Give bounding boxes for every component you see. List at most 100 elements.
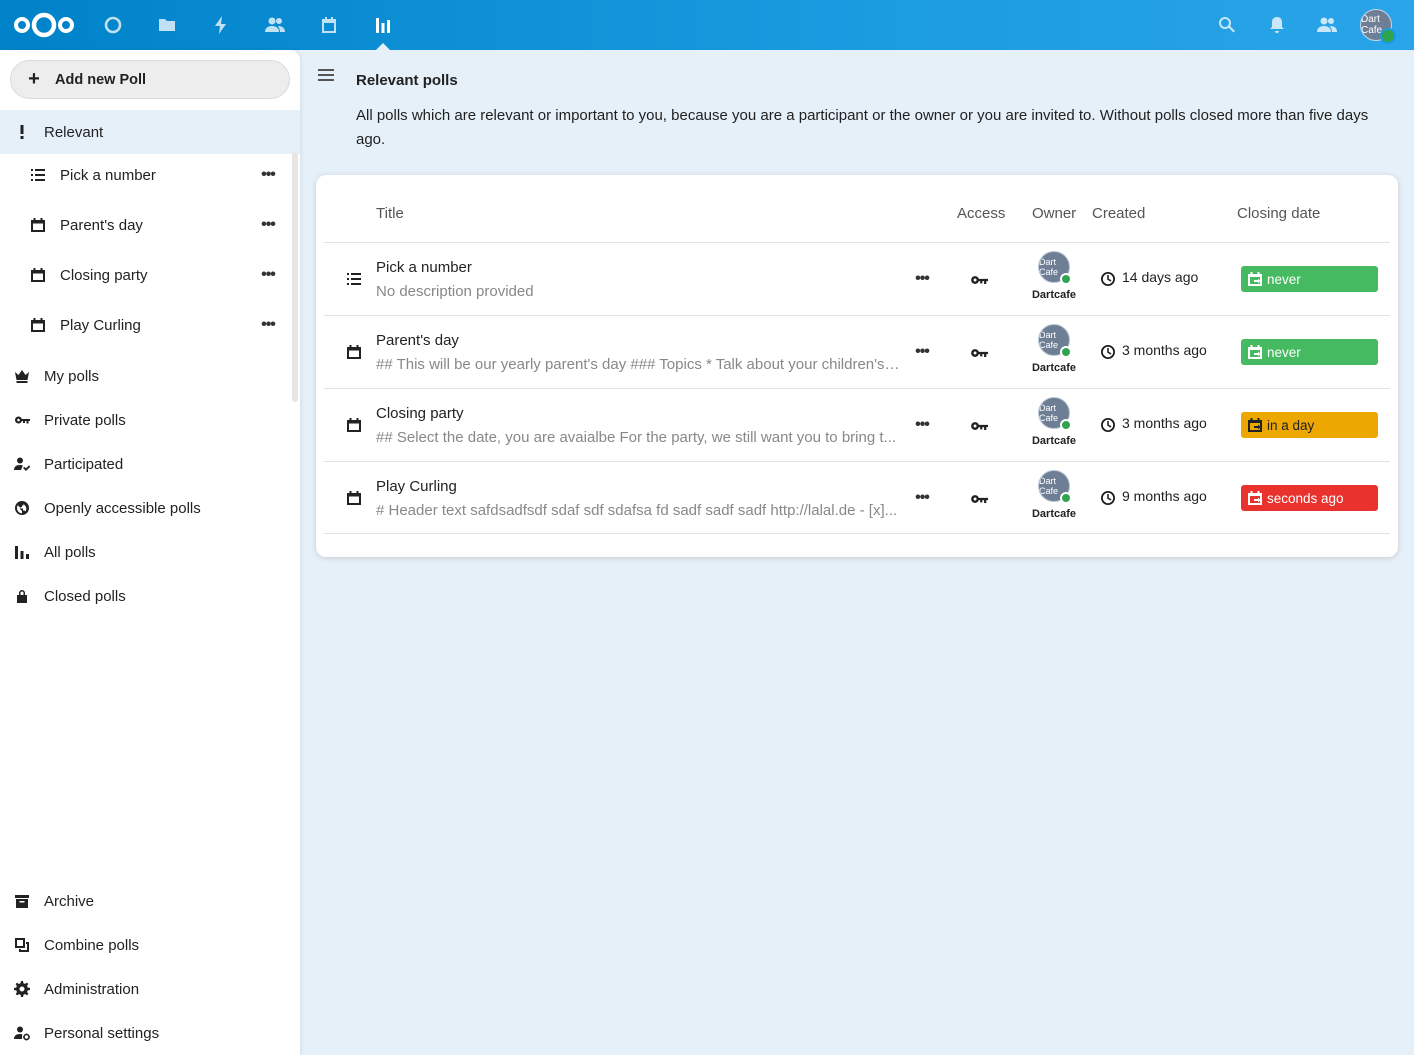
calendar-icon — [346, 490, 362, 506]
globe-icon — [14, 500, 30, 516]
sidebar-poll-parents-day[interactable]: Parent's day ••• — [0, 200, 292, 250]
dashboard-icon[interactable] — [101, 13, 125, 37]
active-app-indicator — [376, 43, 390, 50]
nav-item-my-polls[interactable]: My polls — [0, 354, 300, 398]
more-actions-icon[interactable]: ••• — [912, 269, 932, 289]
column-header-closing-date[interactable]: Closing date — [1237, 205, 1320, 222]
notifications-bell-icon[interactable] — [1265, 13, 1289, 37]
sidebar-poll-play-curling[interactable]: Play Curling ••• — [0, 300, 292, 350]
nav-item-label: Personal settings — [44, 1024, 160, 1042]
calendar-end-icon — [1248, 345, 1262, 359]
app-navigation: + Add new Poll Relevant Pick a number ••… — [0, 50, 300, 1055]
nav-item-private-polls[interactable]: Private polls — [0, 398, 300, 442]
closing-date-text: never — [1267, 271, 1301, 287]
created-time: 3 months ago — [1122, 415, 1207, 431]
calendar-icon — [346, 344, 362, 360]
table-row[interactable]: Parent's day ## This will be our yearly … — [324, 315, 1390, 388]
calendar-icon — [30, 267, 46, 283]
polls-table: Title Access Owner Created Closing date … — [316, 175, 1398, 557]
column-header-owner[interactable]: Owner — [1032, 205, 1076, 222]
calendar-icon — [346, 417, 362, 433]
polls-app-icon[interactable] — [371, 13, 395, 37]
clock-icon — [1100, 271, 1116, 287]
poll-description: No description provided — [376, 283, 534, 300]
poll-title[interactable]: Play Curling — [376, 478, 457, 495]
poll-label: Play Curling — [60, 316, 141, 334]
activity-icon[interactable] — [209, 13, 233, 37]
user-check-icon — [14, 456, 30, 472]
top-header: Dart Cafe — [0, 0, 1414, 50]
key-icon — [970, 271, 988, 289]
poll-label: Parent's day — [60, 216, 143, 234]
table-row[interactable]: Play Curling # Header text safdsadfsdf s… — [324, 461, 1390, 534]
nav-item-label: Openly accessible polls — [44, 499, 201, 517]
owner-name: Dartcafe — [1031, 435, 1077, 447]
nav-item-closed-polls[interactable]: Closed polls — [0, 574, 300, 618]
add-new-poll-button[interactable]: + Add new Poll — [10, 60, 290, 99]
contacts-icon[interactable] — [263, 13, 287, 37]
lock-icon — [14, 588, 30, 604]
sidebar-poll-pick-a-number[interactable]: Pick a number ••• — [0, 150, 292, 200]
files-icon[interactable] — [155, 13, 179, 37]
poll-label: Closing party — [60, 266, 148, 284]
more-actions-icon[interactable]: ••• — [912, 415, 932, 435]
nav-item-participated[interactable]: Participated — [0, 442, 300, 486]
more-actions-icon[interactable]: ••• — [912, 342, 932, 362]
owner-name: Dartcafe — [1031, 362, 1077, 374]
clock-icon — [1100, 344, 1116, 360]
nextcloud-logo-icon[interactable] — [12, 11, 76, 39]
online-status-icon — [1060, 273, 1072, 285]
more-actions-icon[interactable]: ••• — [258, 265, 278, 285]
sidebar-poll-closing-party[interactable]: Closing party ••• — [0, 250, 292, 300]
owner-name: Dartcafe — [1031, 289, 1077, 301]
created-time: 9 months ago — [1122, 488, 1207, 504]
contacts-menu-icon[interactable] — [1315, 13, 1339, 37]
exclamation-icon — [14, 124, 30, 140]
clock-icon — [1100, 490, 1116, 506]
calendar-icon — [30, 217, 46, 233]
nav-item-relevant[interactable]: Relevant — [0, 110, 300, 154]
page-title: Relevant polls — [356, 72, 458, 89]
combine-icon — [14, 937, 30, 953]
nav-item-label: Private polls — [44, 411, 126, 429]
closing-date-badge: seconds ago — [1241, 485, 1378, 511]
clock-icon — [1100, 417, 1116, 433]
more-actions-icon[interactable]: ••• — [912, 488, 932, 508]
more-actions-icon[interactable]: ••• — [258, 315, 278, 335]
key-icon — [14, 412, 30, 428]
closing-date-text: in a day — [1267, 417, 1315, 433]
list-icon — [30, 167, 46, 183]
crown-icon — [14, 368, 30, 384]
closing-date-text: never — [1267, 344, 1301, 360]
online-status-icon — [1060, 346, 1072, 358]
bar-chart-icon — [14, 544, 30, 560]
table-row[interactable]: Closing party ## Select the date, you ar… — [324, 388, 1390, 461]
search-icon[interactable] — [1215, 13, 1239, 37]
nav-item-archive[interactable]: Archive — [0, 879, 300, 923]
poll-title[interactable]: Pick a number — [376, 259, 472, 276]
navigation-toggle-hamburger-icon[interactable] — [318, 66, 338, 86]
nav-item-administration[interactable]: Administration — [0, 967, 300, 1011]
nav-item-label: Combine polls — [44, 936, 140, 954]
poll-title[interactable]: Parent's day — [376, 332, 459, 349]
nav-item-label: Archive — [44, 892, 95, 910]
nav-item-openly-accessible[interactable]: Openly accessible polls — [0, 486, 300, 530]
list-icon — [346, 271, 362, 287]
more-actions-icon[interactable]: ••• — [258, 165, 278, 185]
nav-item-combine-polls[interactable]: Combine polls — [0, 923, 300, 967]
closing-date-badge: never — [1241, 266, 1378, 292]
more-actions-icon[interactable]: ••• — [258, 215, 278, 235]
calendar-icon — [30, 317, 46, 333]
nav-item-all-polls[interactable]: All polls — [0, 530, 300, 574]
calendar-app-icon[interactable] — [317, 13, 341, 37]
nav-item-personal-settings[interactable]: Personal settings — [0, 1011, 300, 1055]
calendar-end-icon — [1248, 418, 1262, 432]
nav-item-label: My polls — [44, 367, 100, 385]
poll-title[interactable]: Closing party — [376, 405, 464, 422]
table-row[interactable]: Pick a number No description provided ••… — [324, 242, 1390, 315]
column-header-title[interactable]: Title — [376, 205, 404, 222]
key-icon — [970, 490, 988, 508]
closing-date-text: seconds ago — [1267, 490, 1344, 506]
column-header-access[interactable]: Access — [957, 205, 1005, 222]
column-header-created[interactable]: Created — [1092, 205, 1145, 222]
